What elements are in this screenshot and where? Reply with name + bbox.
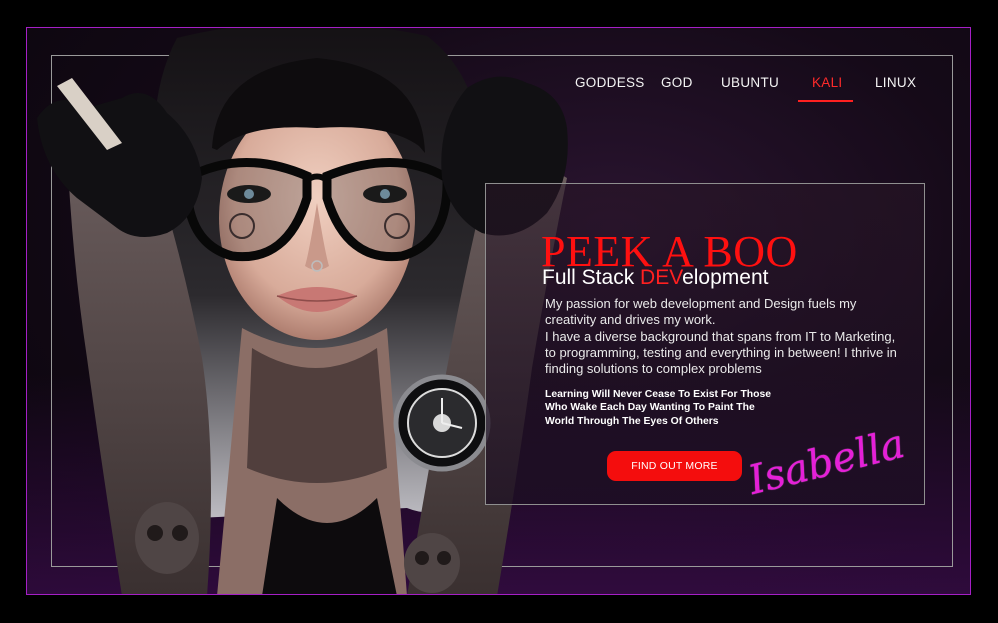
description-paragraph-2: I have a diverse background that spans f… (545, 328, 897, 377)
subtitle-suffix: elopment (682, 266, 769, 289)
hero-description: My passion for web development and Desig… (545, 296, 905, 377)
subtitle-prefix: Full Stack (542, 266, 641, 289)
find-out-more-button[interactable]: FIND OUT MORE (607, 451, 742, 481)
active-nav-underline (798, 100, 853, 102)
page-frame: GODDESS GOD UBUNTU KALI LINUX PEEK A BOO… (26, 27, 971, 595)
hero-quote: Learning Will Never Cease To Exist For T… (545, 389, 772, 427)
subtitle-accent: DEV (640, 266, 683, 289)
nav-item-ubuntu[interactable]: UBUNTU (721, 75, 779, 90)
hero-subtitle: Full Stack DEVelopment (542, 266, 768, 290)
nav-item-god[interactable]: GOD (661, 75, 693, 90)
nav-item-linux[interactable]: LINUX (875, 75, 916, 90)
nav-item-kali[interactable]: KALI (812, 75, 842, 90)
nav-item-goddess[interactable]: GODDESS (575, 75, 645, 90)
description-paragraph-1: My passion for web development and Desig… (545, 296, 857, 328)
